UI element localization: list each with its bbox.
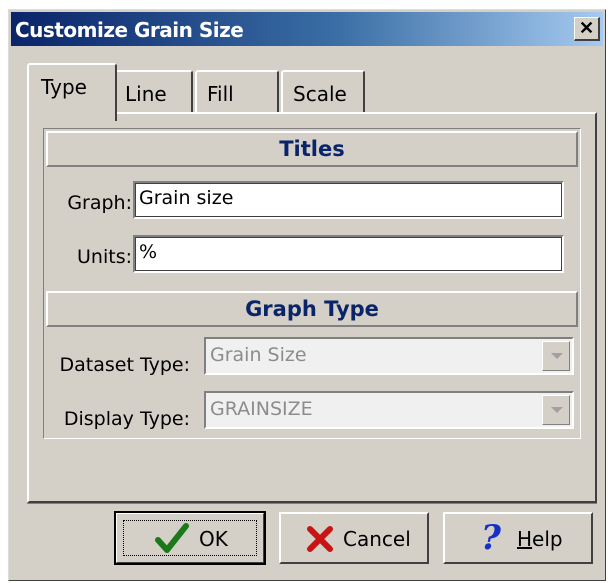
tab-panel-type: Titles Graph: Grain size Units: % Graph … [27,112,597,503]
help-hotkey-letter: H [517,527,533,551]
chevron-down-icon[interactable] [542,395,570,425]
tab-line[interactable]: Line [113,70,193,114]
ok-label: OK [199,527,228,551]
focus-rectangle [123,520,257,556]
tab-scale-label: Scale [293,82,347,106]
cancel-x-icon [305,524,335,559]
display-type-label: Display Type: [63,408,190,430]
tab-type-label: Type [41,75,87,99]
settings-group: Titles Graph: Grain size Units: % Graph … [43,128,581,439]
tab-line-label: Line [125,82,167,106]
help-button[interactable]: ? Help [443,512,593,564]
display-type-value: GRAINSIZE [210,398,313,420]
ok-button[interactable]: OK [114,511,266,565]
titles-section-header: Titles [46,131,578,167]
graph-type-section-header: Graph Type [46,291,578,327]
customize-grain-size-dialog: Customize Grain Size ✕ Line Fill Scale T… [8,9,606,581]
title-bar[interactable]: Customize Grain Size ✕ [11,12,603,46]
tab-type[interactable]: Type [27,63,117,121]
dataset-type-select[interactable]: Grain Size [204,337,574,375]
graph-label: Graph: [67,192,132,214]
dataset-type-label: Dataset Type: [59,354,191,376]
checkmark-icon [155,522,189,561]
dataset-type-value: Grain Size [210,344,307,366]
cancel-button[interactable]: Cancel [279,512,429,564]
display-type-select[interactable]: GRAINSIZE [204,391,574,429]
tab-scale[interactable]: Scale [281,70,365,114]
close-icon: ✕ [578,18,595,38]
units-input[interactable]: % [133,235,564,273]
window-title: Customize Grain Size [15,18,244,42]
cancel-label: Cancel [343,527,411,551]
help-question-icon: ? [481,518,501,558]
graph-title-input[interactable]: Grain size [133,181,564,219]
help-label: Help [517,527,563,551]
tab-fill[interactable]: Fill [195,70,279,114]
chevron-down-icon[interactable] [542,341,570,371]
help-label-rest: elp [532,527,563,551]
units-label: Units: [77,246,132,268]
close-button[interactable]: ✕ [574,17,600,41]
tab-fill-label: Fill [207,82,234,106]
